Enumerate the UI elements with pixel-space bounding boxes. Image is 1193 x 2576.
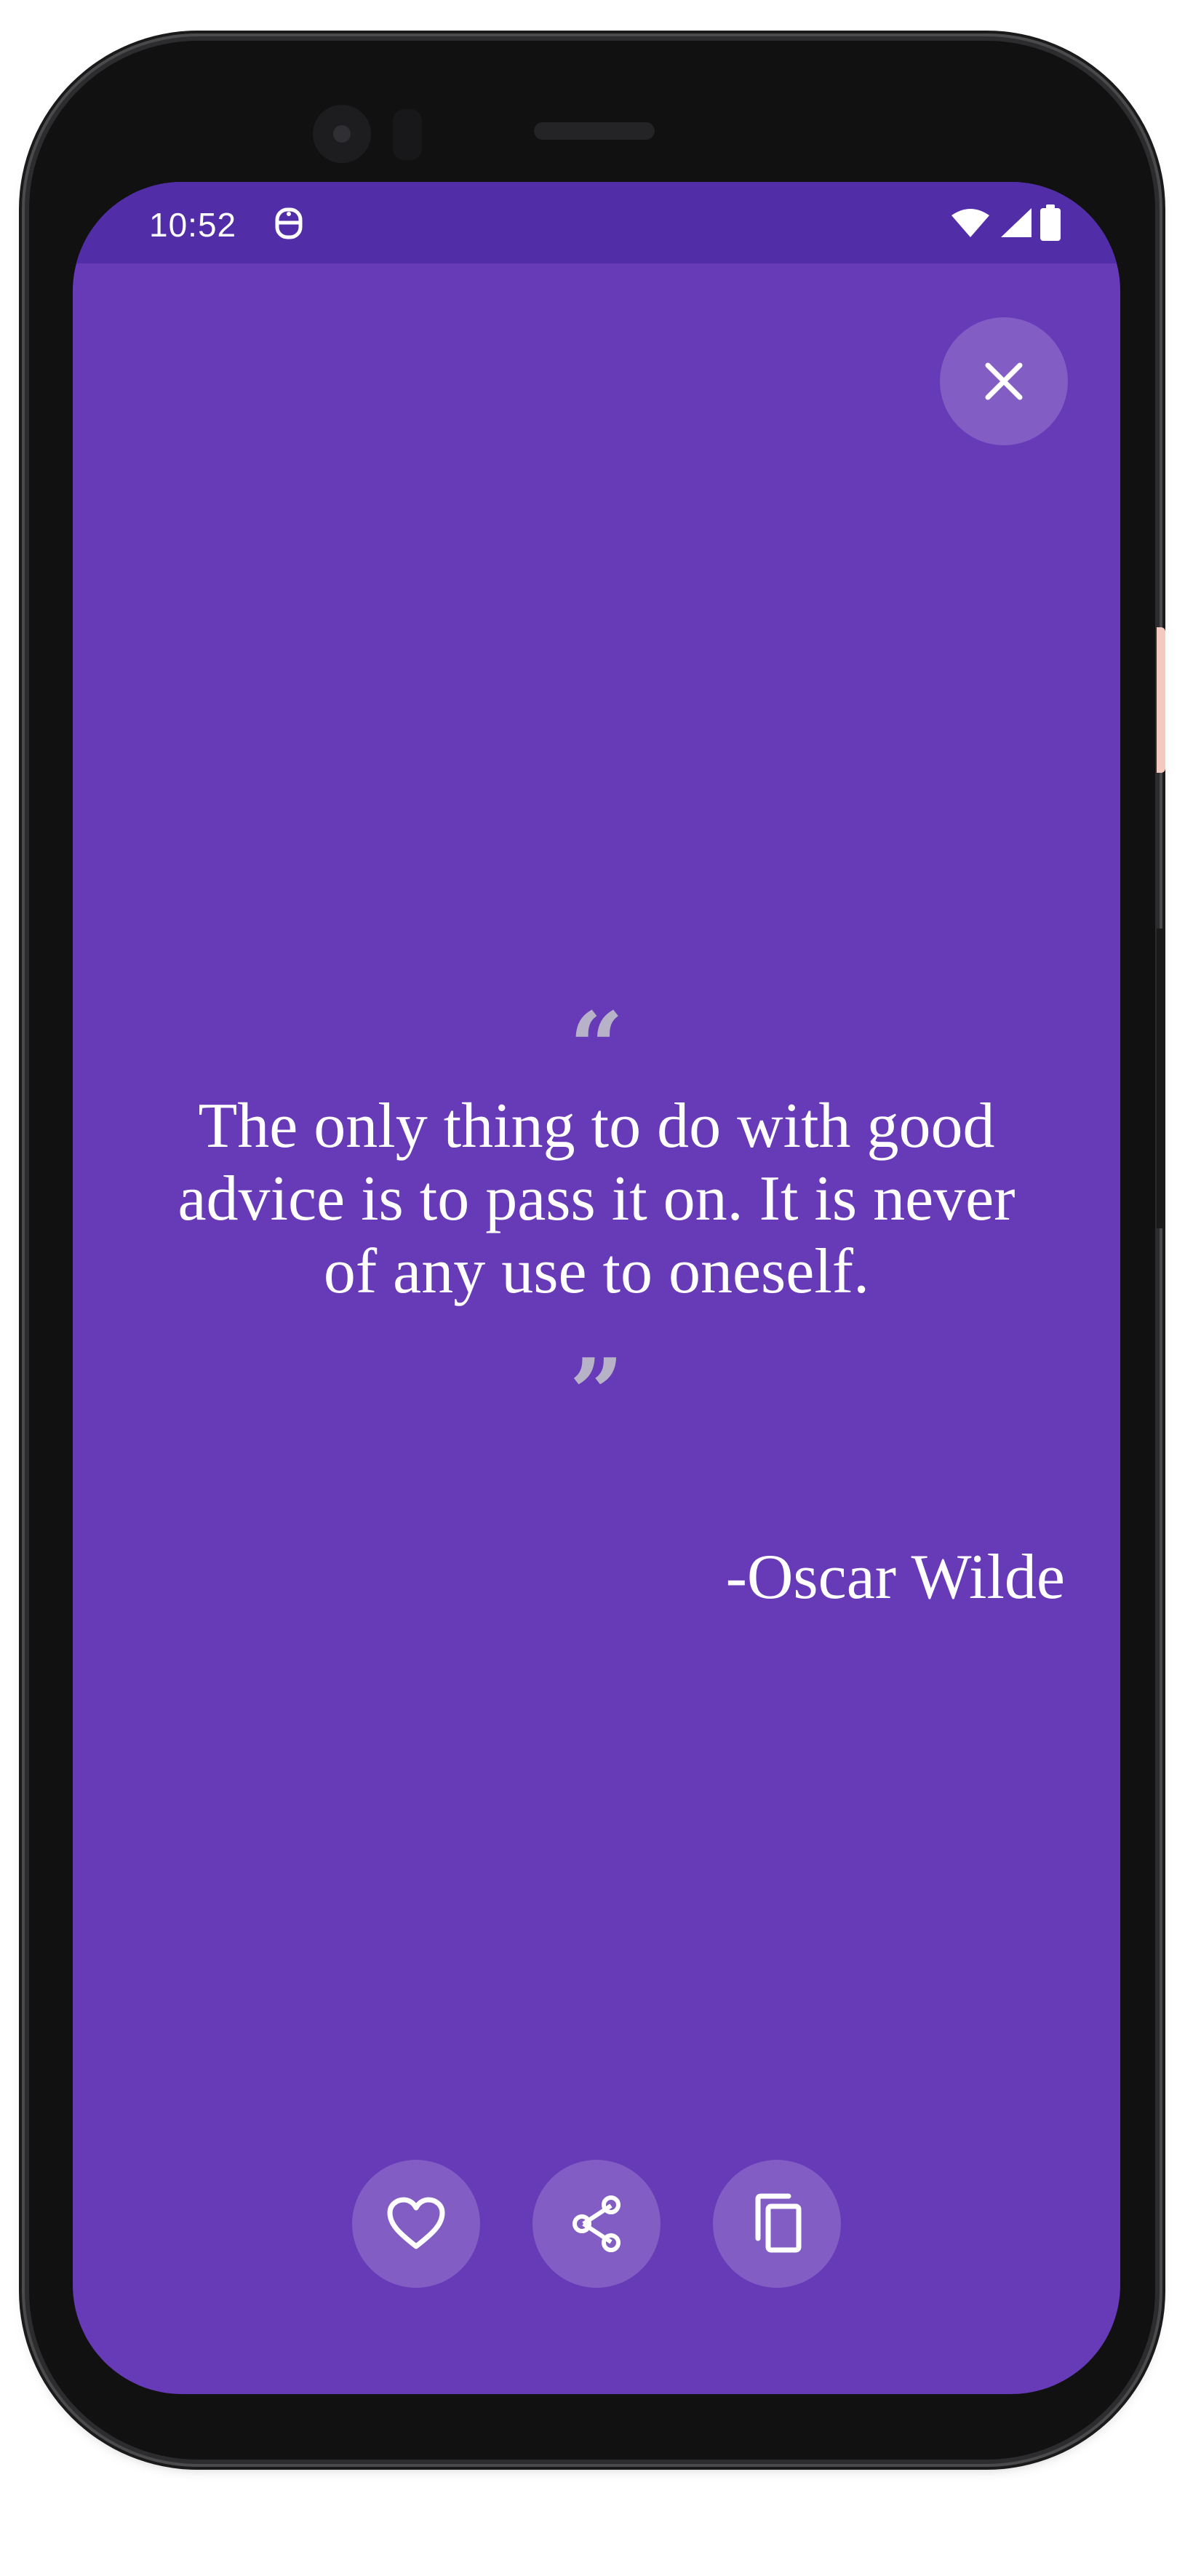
action-bar [73, 2160, 1120, 2288]
close-icon [982, 359, 1026, 403]
screen: 10:52 “ The only thing to do with good a… [73, 182, 1120, 2394]
heart-icon [386, 2197, 446, 2251]
status-icons [950, 204, 1061, 242]
status-time: 10:52 [149, 206, 237, 244]
share-button[interactable] [532, 2160, 661, 2288]
close-quote-mark: ” [569, 1337, 624, 1449]
proximity-sensor [393, 109, 422, 160]
open-quote-mark: “ [569, 991, 624, 1102]
cellular-signal-icon [998, 207, 1033, 239]
close-button[interactable] [940, 317, 1068, 445]
power-button [1157, 627, 1165, 773]
wifi-icon [950, 207, 991, 239]
volume-button [1157, 929, 1165, 1228]
share-icon [569, 2195, 624, 2252]
quote-text: The only thing to do with good advice is… [177, 1091, 1016, 1307]
notification-app-icon [272, 204, 306, 242]
quote-author: -Oscar Wilde [725, 1542, 1065, 1613]
favorite-button[interactable] [352, 2160, 480, 2288]
earpiece-speaker [534, 122, 655, 140]
battery-icon [1040, 204, 1061, 241]
status-bar: 10:52 [73, 182, 1120, 263]
front-camera [313, 105, 371, 163]
copy-button[interactable] [713, 2160, 841, 2288]
copy-icon [751, 2193, 803, 2254]
